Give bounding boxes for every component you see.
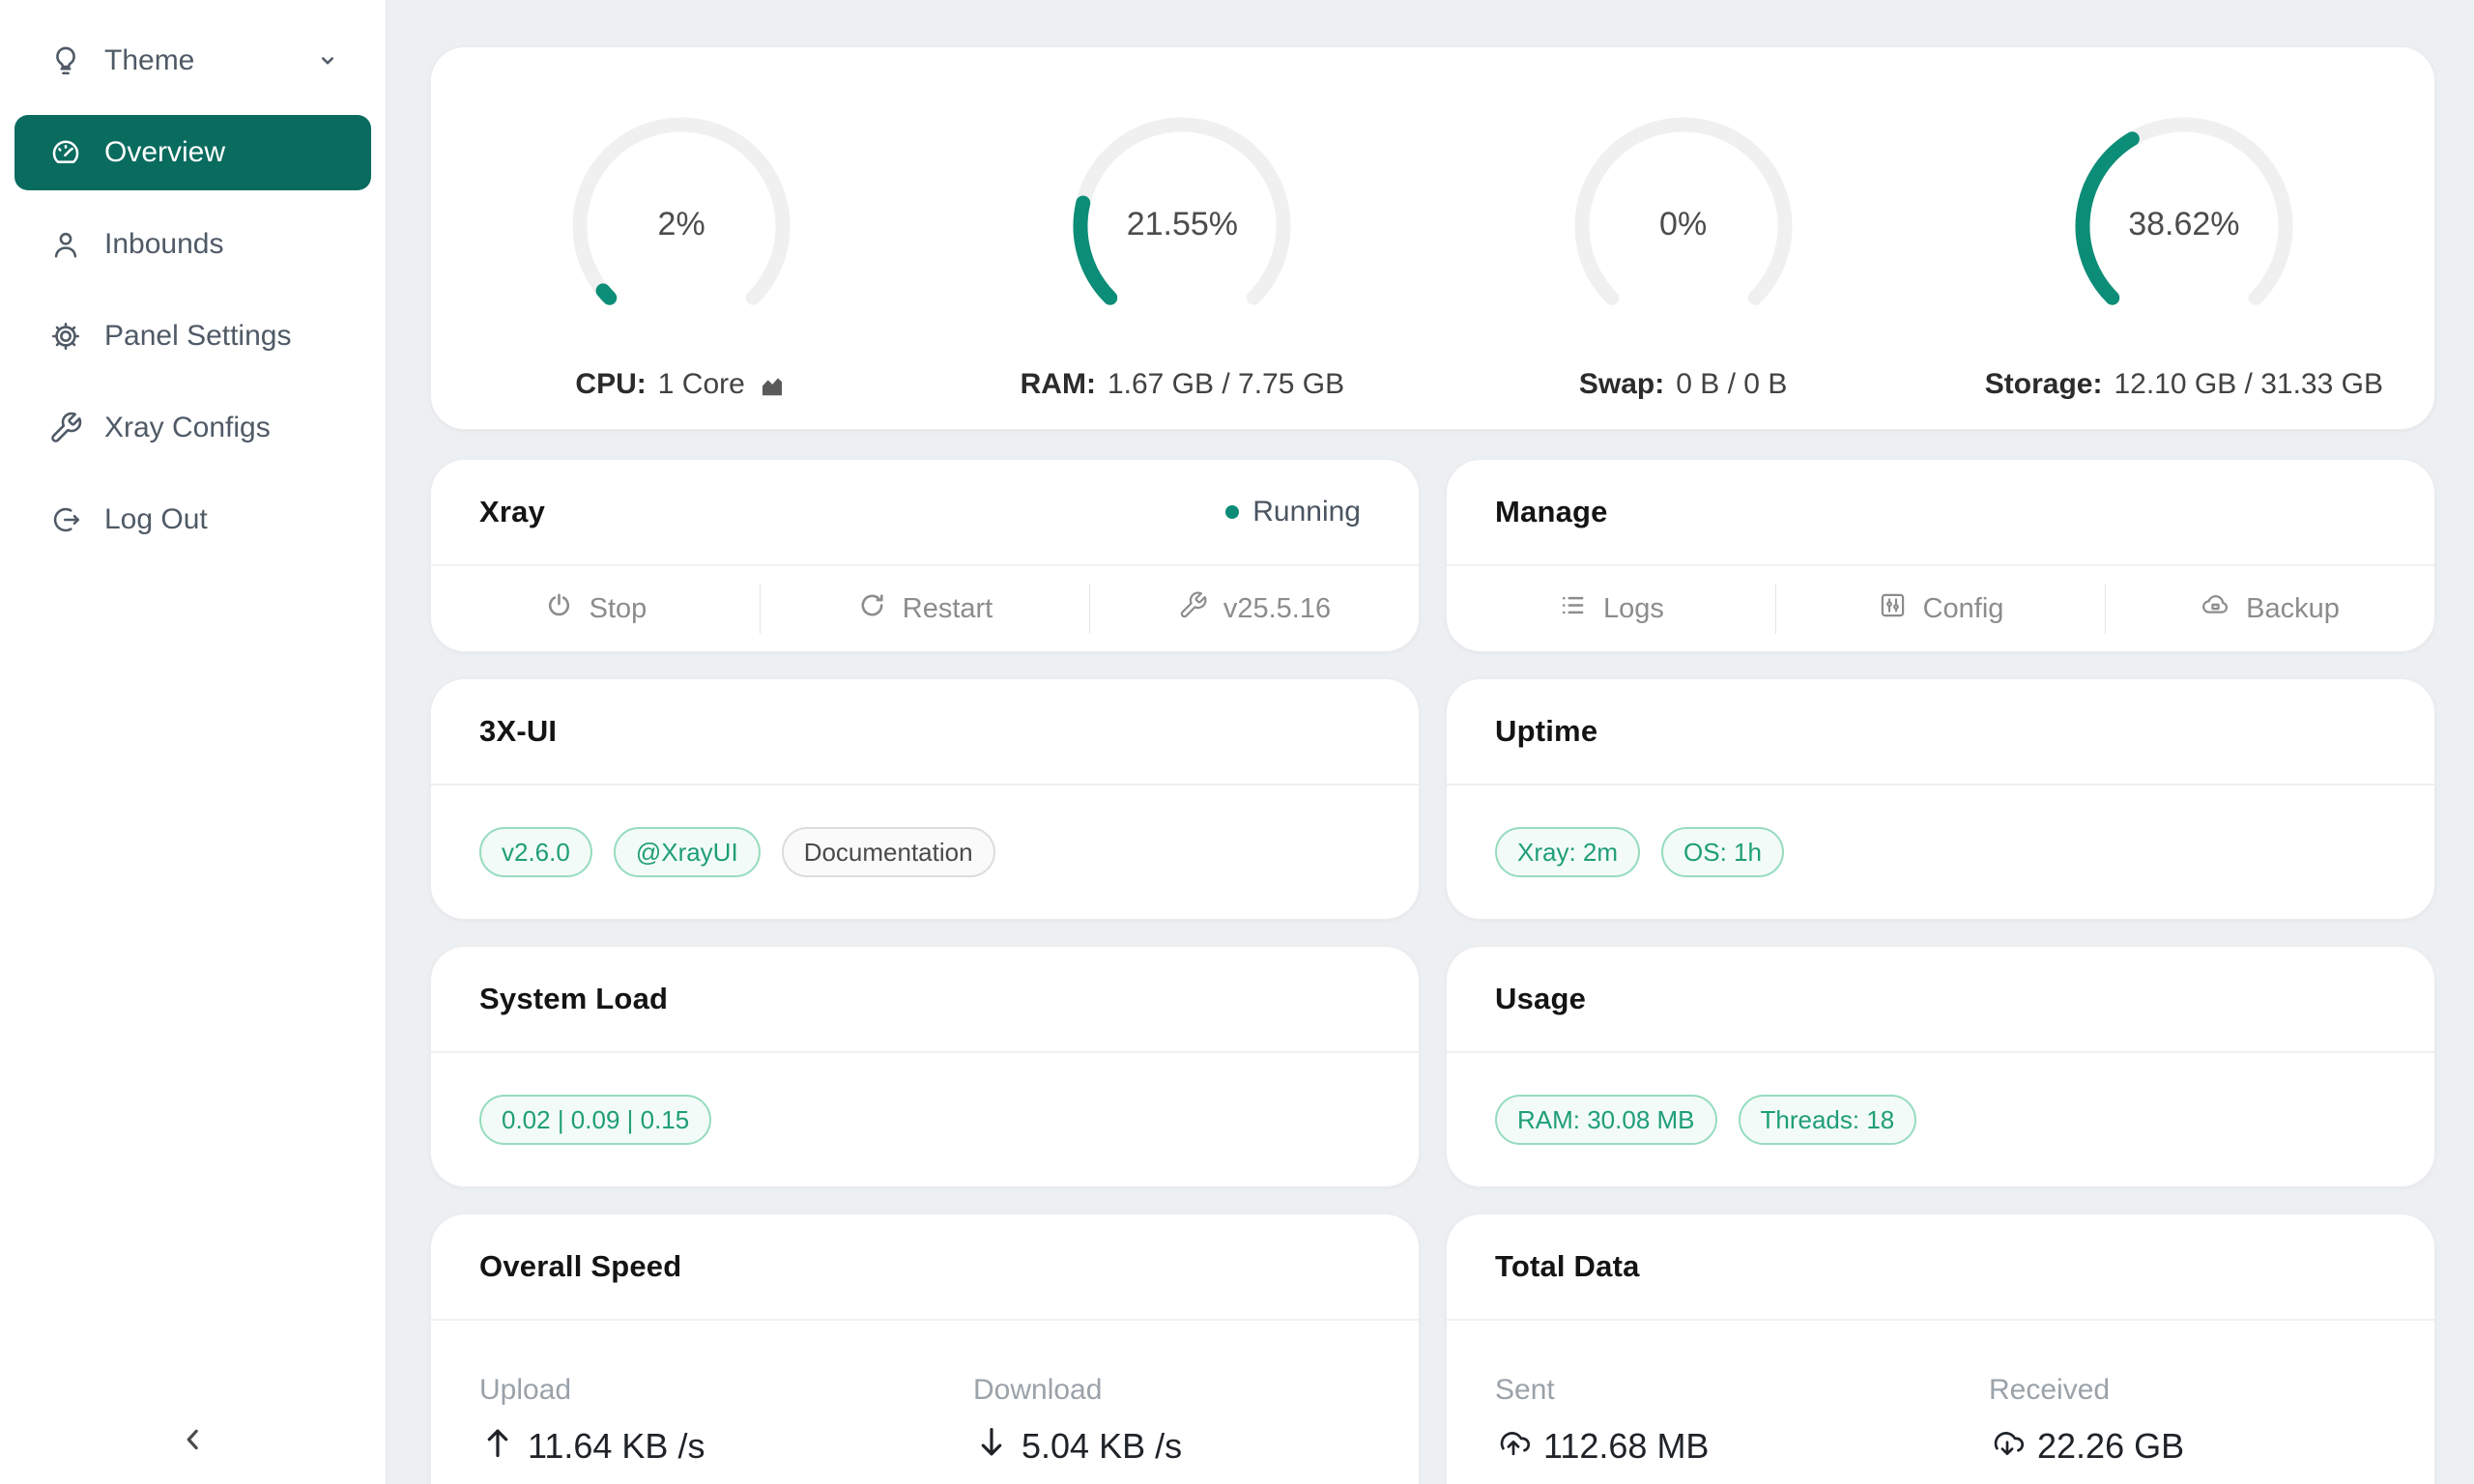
cloud-upload-icon	[1495, 1424, 1532, 1470]
cloud-download-icon	[1989, 1424, 2026, 1470]
arrow-up-icon	[479, 1424, 516, 1470]
badge-v2-6-0[interactable]: v2.6.0	[479, 827, 592, 877]
ram-gauge: 21.55% RAM:1.67 GB / 7.75 GB	[932, 47, 1432, 429]
ram-label: RAM:1.67 GB / 7.75 GB	[1021, 368, 1344, 401]
sidebar-item-label: Overview	[104, 136, 342, 169]
sidebar-item-log-out[interactable]: Log Out	[14, 482, 371, 557]
storage-percent: 38.62%	[2063, 206, 2305, 243]
xui-card-title: 3X-UI	[479, 714, 557, 749]
swap-percent: 0%	[1563, 206, 1804, 243]
xray-status: Running	[1225, 496, 1361, 528]
download-metric: Download 5.04 KB /s	[925, 1374, 1419, 1470]
badge-threads-18: Threads: 18	[1739, 1095, 1917, 1145]
sidebar-item-xray-configs[interactable]: Xray Configs	[14, 390, 371, 466]
xray-card-title: Xray	[479, 495, 545, 529]
overall-speed-card-title: Overall Speed	[479, 1249, 681, 1284]
sidebar-item-label: Log Out	[104, 503, 342, 536]
dashboard-gauge-icon	[48, 135, 83, 170]
download-value: 5.04 KB /s	[1021, 1426, 1182, 1467]
sidebar-item-inbounds[interactable]: Inbounds	[14, 207, 371, 282]
badge-documentation[interactable]: Documentation	[782, 827, 995, 877]
logout-icon	[48, 502, 83, 537]
sidebar-item-label: Xray Configs	[104, 412, 342, 444]
badge-os-1h: OS: 1h	[1661, 827, 1784, 877]
gear-icon	[48, 319, 83, 354]
received-value: 22.26 GB	[2037, 1426, 2184, 1467]
area-chart-icon[interactable]	[757, 369, 788, 400]
stop-button[interactable]: Stop	[431, 566, 760, 651]
uptime-badges: Xray: 2m OS: 1h	[1447, 785, 2434, 919]
sidebar-item-label: Inbounds	[104, 228, 342, 261]
ram-percent: 21.55%	[1061, 206, 1303, 243]
sidebar-item-panel-settings[interactable]: Panel Settings	[14, 299, 371, 374]
upload-metric: Upload 11.64 KB /s	[431, 1374, 925, 1470]
badge-xrayui[interactable]: @XrayUI	[614, 827, 761, 877]
chevron-down-icon	[313, 46, 342, 75]
sent-label: Sent	[1495, 1374, 1941, 1407]
upload-label: Upload	[479, 1374, 925, 1407]
cpu-gauge: 2% CPU:1 Core	[431, 47, 932, 429]
arrow-down-icon	[973, 1424, 1010, 1470]
xui-card: 3X-UI v2.6.0 @XrayUI Documentation	[430, 678, 1420, 920]
total-data-card-title: Total Data	[1495, 1249, 1640, 1284]
running-status-label: Running	[1252, 496, 1361, 528]
received-metric: Received 22.26 GB	[1941, 1374, 2434, 1470]
sidebar-item-label: Theme	[104, 44, 313, 77]
cpu-label: CPU:1 Core	[575, 368, 787, 401]
reload-icon	[857, 590, 887, 628]
badge-ram-30-08-mb: RAM: 30.08 MB	[1495, 1095, 1717, 1145]
restart-button[interactable]: Restart	[761, 566, 1089, 651]
swap-label: Swap:0 B / 0 B	[1579, 368, 1787, 401]
backup-button[interactable]: Backup	[2106, 566, 2434, 651]
system-load-card: System Load 0.02 | 0.09 | 0.15	[430, 946, 1420, 1187]
sent-metric: Sent 112.68 MB	[1447, 1374, 1941, 1470]
sidebar: Theme Overview Inbounds Panel Settings X…	[0, 0, 387, 1484]
usage-card-title: Usage	[1495, 982, 1586, 1016]
cpu-percent: 2%	[561, 206, 802, 243]
wrench-icon	[1178, 590, 1208, 628]
sidebar-item-label: Panel Settings	[104, 320, 342, 353]
overall-speed-card: Overall Speed Upload 11.64 KB /s Downloa…	[430, 1213, 1420, 1484]
lightbulb-icon	[48, 43, 83, 78]
manage-card: Manage Logs Config	[1446, 459, 2435, 652]
sliders-icon	[1878, 590, 1908, 628]
sidebar-collapse-button[interactable]	[0, 1421, 386, 1463]
sent-value: 112.68 MB	[1543, 1426, 1709, 1467]
badge-0-02-0-09-0-15: 0.02 | 0.09 | 0.15	[479, 1095, 711, 1145]
sidebar-item-overview[interactable]: Overview	[14, 115, 371, 190]
config-button[interactable]: Config	[1776, 566, 2105, 651]
usage-card: Usage RAM: 30.08 MB Threads: 18	[1446, 946, 2435, 1187]
system-load-card-title: System Load	[479, 982, 668, 1016]
cloud-backup-icon	[2201, 590, 2230, 628]
badge-xray-2m: Xray: 2m	[1495, 827, 1640, 877]
uptime-card-title: Uptime	[1495, 714, 1597, 749]
upload-value: 11.64 KB /s	[528, 1426, 705, 1467]
user-icon	[48, 227, 83, 262]
manage-card-title: Manage	[1495, 495, 1608, 529]
swap-gauge: 0% Swap:0 B / 0 B	[1433, 47, 1934, 429]
xui-badges: v2.6.0 @XrayUI Documentation	[431, 785, 1419, 919]
sidebar-item-theme[interactable]: Theme	[14, 23, 371, 99]
storage-label: Storage:12.10 GB / 31.33 GB	[1985, 368, 2383, 401]
logs-button[interactable]: Logs	[1447, 566, 1775, 651]
uptime-card: Uptime Xray: 2m OS: 1h	[1446, 678, 2435, 920]
wrench-icon	[48, 411, 83, 445]
list-icon	[1558, 590, 1588, 628]
power-icon	[544, 590, 574, 628]
storage-gauge: 38.62% Storage:12.10 GB / 31.33 GB	[1934, 47, 2434, 429]
system-load-badges: 0.02 | 0.09 | 0.15	[431, 1053, 1419, 1186]
total-data-card: Total Data Sent 112.68 MB Received	[1446, 1213, 2435, 1484]
xray-version-button[interactable]: v25.5.16	[1090, 566, 1419, 651]
system-gauges-card: 2% CPU:1 Core 21.55% RAM:1.67 GB / 7.75 …	[430, 46, 2435, 430]
chevron-left-icon	[175, 1421, 212, 1463]
usage-badges: RAM: 30.08 MB Threads: 18	[1447, 1053, 2434, 1186]
download-label: Download	[973, 1374, 1419, 1407]
xray-card: Xray Running Stop Res	[430, 459, 1420, 652]
received-label: Received	[1989, 1374, 2434, 1407]
running-status-dot	[1225, 505, 1239, 519]
main-content: 2% CPU:1 Core 21.55% RAM:1.67 GB / 7.75 …	[387, 0, 2474, 1484]
